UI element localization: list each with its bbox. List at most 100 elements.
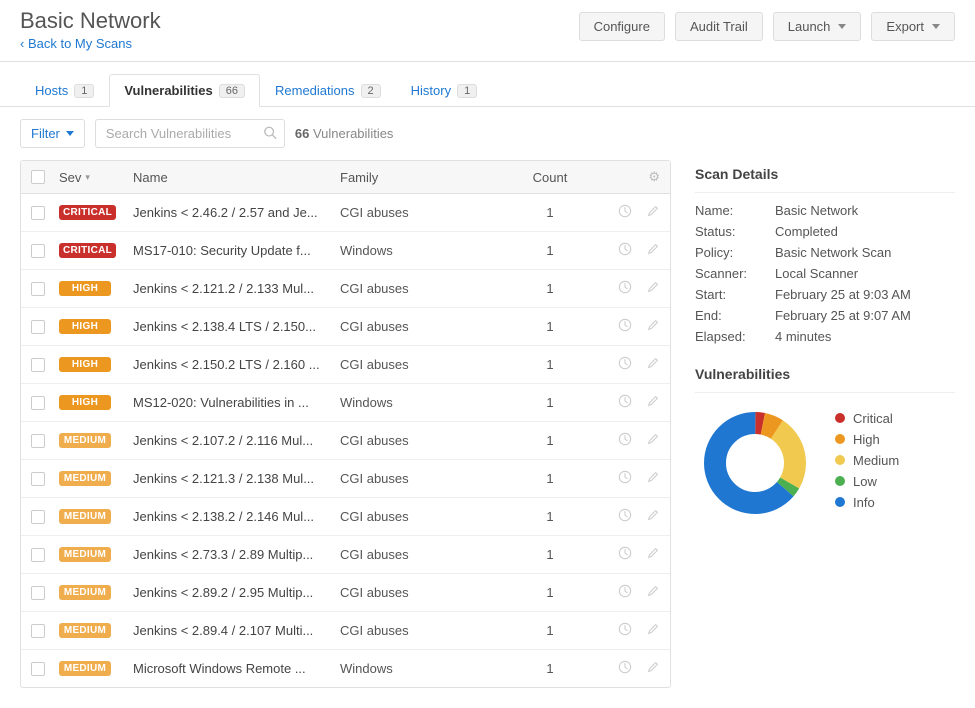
legend-label: Low: [853, 474, 877, 489]
row-checkbox[interactable]: [31, 396, 45, 410]
edit-icon[interactable]: [646, 622, 660, 639]
gear-icon[interactable]: ⚙: [648, 169, 660, 185]
export-button[interactable]: Export: [871, 12, 955, 41]
table-row[interactable]: HIGH Jenkins < 2.121.2 / 2.133 Mul... CG…: [21, 270, 670, 308]
clock-icon[interactable]: [618, 318, 632, 335]
table-row[interactable]: MEDIUM Jenkins < 2.138.2 / 2.146 Mul... …: [21, 498, 670, 536]
clock-icon[interactable]: [618, 204, 632, 221]
col-header-family[interactable]: Family: [340, 170, 510, 185]
clock-icon[interactable]: [618, 242, 632, 259]
severity-badge: CRITICAL: [59, 205, 116, 220]
table-row[interactable]: MEDIUM Jenkins < 2.89.4 / 2.107 Multi...…: [21, 612, 670, 650]
table-row[interactable]: MEDIUM Jenkins < 2.121.3 / 2.138 Mul... …: [21, 460, 670, 498]
tab-count-badge: 1: [457, 84, 477, 98]
clock-icon[interactable]: [618, 356, 632, 373]
vuln-family: CGI abuses: [340, 585, 510, 600]
vuln-donut-chart: [695, 403, 815, 523]
col-header-count[interactable]: Count: [510, 170, 590, 185]
scan-details-title: Scan Details: [695, 166, 955, 182]
page-title: Basic Network: [20, 8, 161, 34]
vuln-family: Windows: [340, 243, 510, 258]
table-row[interactable]: HIGH Jenkins < 2.150.2 LTS / 2.160 ... C…: [21, 346, 670, 384]
col-header-sev[interactable]: Sev▾: [59, 170, 129, 185]
detail-label: Name:: [695, 203, 775, 218]
vuln-count: 1: [510, 243, 590, 258]
divider: [695, 192, 955, 193]
legend-dot: [835, 476, 845, 486]
detail-label: Elapsed:: [695, 329, 775, 344]
edit-icon[interactable]: [646, 508, 660, 525]
table-row[interactable]: HIGH MS12-020: Vulnerabilities in ... Wi…: [21, 384, 670, 422]
table-row[interactable]: HIGH Jenkins < 2.138.4 LTS / 2.150... CG…: [21, 308, 670, 346]
select-all-checkbox[interactable]: [31, 170, 45, 184]
tab-hosts[interactable]: Hosts1: [20, 74, 109, 106]
edit-icon[interactable]: [646, 394, 660, 411]
vulnerabilities-table: Sev▾ Name Family Count ⚙ CRITICAL Jenkin…: [20, 160, 671, 688]
edit-icon[interactable]: [646, 242, 660, 259]
row-checkbox[interactable]: [31, 206, 45, 220]
clock-icon[interactable]: [618, 508, 632, 525]
edit-icon[interactable]: [646, 546, 660, 563]
table-row[interactable]: MEDIUM Microsoft Windows Remote ... Wind…: [21, 650, 670, 687]
vuln-name: MS17-010: Security Update f...: [133, 243, 323, 258]
tab-remediations[interactable]: Remediations2: [260, 74, 396, 106]
row-checkbox[interactable]: [31, 244, 45, 258]
row-checkbox[interactable]: [31, 358, 45, 372]
search-input[interactable]: [95, 119, 285, 148]
severity-badge: MEDIUM: [59, 433, 111, 448]
clock-icon[interactable]: [618, 432, 632, 449]
audit-trail-button[interactable]: Audit Trail: [675, 12, 763, 41]
col-header-name[interactable]: Name: [129, 170, 340, 185]
sort-indicator-icon: ▾: [85, 172, 90, 183]
search-icon[interactable]: [263, 125, 277, 142]
clock-icon[interactable]: [618, 280, 632, 297]
edit-icon[interactable]: [646, 204, 660, 221]
table-row[interactable]: MEDIUM Jenkins < 2.107.2 / 2.116 Mul... …: [21, 422, 670, 460]
edit-icon[interactable]: [646, 318, 660, 335]
clock-icon[interactable]: [618, 584, 632, 601]
detail-row: Start:February 25 at 9:03 AM: [695, 287, 955, 302]
clock-icon[interactable]: [618, 660, 632, 677]
table-row[interactable]: MEDIUM Jenkins < 2.89.2 / 2.95 Multip...…: [21, 574, 670, 612]
clock-icon[interactable]: [618, 470, 632, 487]
vuln-count: 1: [510, 509, 590, 524]
clock-icon[interactable]: [618, 622, 632, 639]
row-checkbox[interactable]: [31, 472, 45, 486]
row-checkbox[interactable]: [31, 320, 45, 334]
row-checkbox[interactable]: [31, 548, 45, 562]
tab-vulnerabilities[interactable]: Vulnerabilities66: [109, 74, 260, 107]
row-checkbox[interactable]: [31, 434, 45, 448]
vuln-summary-title: Vulnerabilities: [695, 366, 955, 382]
row-checkbox[interactable]: [31, 624, 45, 638]
detail-value: 4 minutes: [775, 329, 831, 344]
edit-icon[interactable]: [646, 280, 660, 297]
table-row[interactable]: CRITICAL MS17-010: Security Update f... …: [21, 232, 670, 270]
configure-button[interactable]: Configure: [579, 12, 665, 41]
divider: [695, 392, 955, 393]
row-checkbox[interactable]: [31, 586, 45, 600]
table-row[interactable]: CRITICAL Jenkins < 2.46.2 / 2.57 and Je.…: [21, 194, 670, 232]
vuln-count: 1: [510, 357, 590, 372]
vuln-count: 1: [510, 623, 590, 638]
edit-icon[interactable]: [646, 584, 660, 601]
clock-icon[interactable]: [618, 394, 632, 411]
launch-label: Launch: [788, 19, 831, 34]
clock-icon[interactable]: [618, 546, 632, 563]
vuln-count: 1: [510, 319, 590, 334]
filter-button[interactable]: Filter: [20, 119, 85, 148]
tab-history[interactable]: History1: [396, 74, 493, 106]
launch-button[interactable]: Launch: [773, 12, 862, 41]
edit-icon[interactable]: [646, 660, 660, 677]
row-checkbox[interactable]: [31, 282, 45, 296]
chevron-down-icon: [66, 131, 74, 136]
vuln-count: 1: [510, 471, 590, 486]
tab-count-badge: 2: [361, 84, 381, 98]
back-to-scans-link[interactable]: ‹ Back to My Scans: [20, 36, 132, 51]
vuln-name: Jenkins < 2.138.4 LTS / 2.150...: [133, 319, 323, 334]
table-row[interactable]: MEDIUM Jenkins < 2.73.3 / 2.89 Multip...…: [21, 536, 670, 574]
row-checkbox[interactable]: [31, 662, 45, 676]
edit-icon[interactable]: [646, 470, 660, 487]
row-checkbox[interactable]: [31, 510, 45, 524]
edit-icon[interactable]: [646, 432, 660, 449]
edit-icon[interactable]: [646, 356, 660, 373]
